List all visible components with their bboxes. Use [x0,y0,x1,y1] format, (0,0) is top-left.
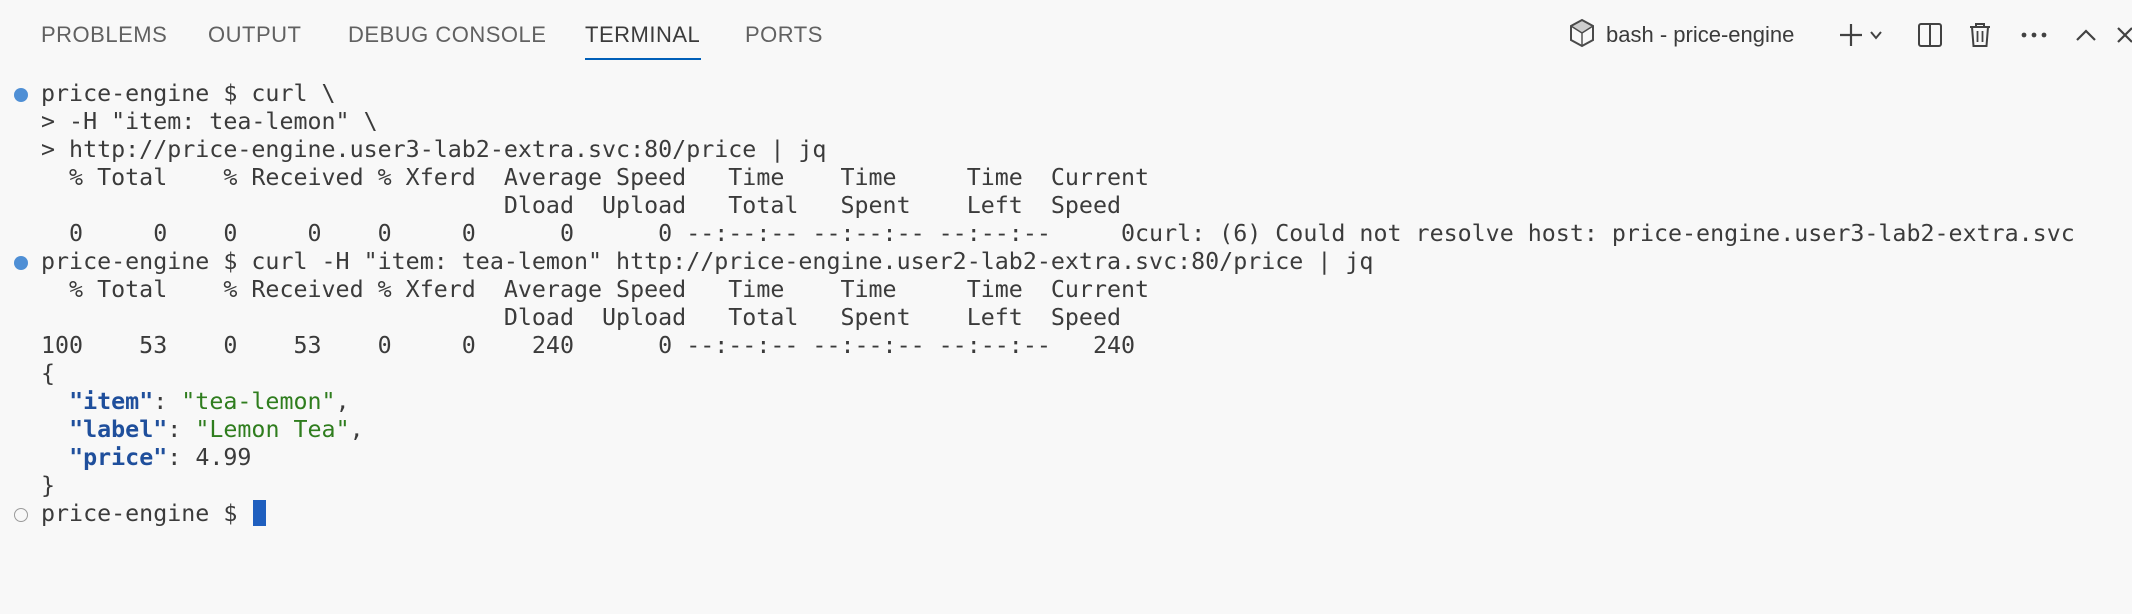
terminal-line: > http://price-engine.user3-lab2-extra.s… [41,136,827,163]
terminal-line: 100 53 0 53 0 0 240 0 --:--:-- --:--:-- … [41,332,1136,359]
panel-header: PROBLEMS OUTPUT DEBUG CONSOLE TERMINAL P… [0,0,2132,68]
terminal-cursor [253,500,267,526]
terminal-selector-label: bash - price-engine [1606,22,1795,47]
json-separator: : [153,388,182,415]
terminal-line: } [41,472,56,499]
terminal-selector[interactable]: bash - price-engine [1568,16,1794,54]
json-line-price: "price": 4.99 [41,444,251,472]
new-terminal-plus-icon[interactable] [1834,18,1868,52]
terminal-line: 0 0 0 0 0 0 0 0 --:--:-- --:--:-- --:--:… [41,220,2075,247]
terminal-line: > -H "item: tea-lemon" \ [41,108,378,135]
terminal-line: Dload Upload Total Spent Left Speed [41,304,1121,331]
tab-output[interactable]: OUTPUT [208,22,301,48]
terminal-line: price-engine $ curl -H "item: tea-lemon"… [41,248,1374,275]
terminal-prompt: price-engine $ [41,500,252,527]
command-success-decoration[interactable] [14,256,28,270]
json-value-label: "Lemon Tea" [195,416,350,443]
kill-terminal-trash-icon[interactable] [1963,18,1997,52]
split-terminal-icon[interactable] [1913,18,1947,52]
json-line-item: "item": "tea-lemon", [41,388,350,416]
json-key-price: "price" [69,444,168,471]
active-tab-indicator [585,58,701,60]
terminal-line: price-engine $ curl \ [41,80,336,107]
terminal-prompt-line[interactable]: price-engine $ [41,500,267,528]
json-comma: , [335,388,350,415]
terminal-line: % Total % Received % Xferd Average Speed… [41,164,1150,191]
tab-problems[interactable]: PROBLEMS [41,22,167,48]
json-separator: : [167,416,196,443]
json-line-label: "label": "Lemon Tea", [41,416,364,444]
json-key-item: "item" [69,388,154,415]
json-separator: : [167,444,196,471]
close-panel-icon[interactable] [2116,18,2132,52]
json-value-item: "tea-lemon" [181,388,336,415]
json-value-price: 4.99 [195,444,252,471]
maximize-panel-chevron-up-icon[interactable] [2069,18,2103,52]
terminal-line: Dload Upload Total Spent Left Speed [41,192,1121,219]
terminal-panel: PROBLEMS OUTPUT DEBUG CONSOLE TERMINAL P… [0,0,2132,614]
tab-terminal[interactable]: TERMINAL [585,22,700,48]
tab-ports[interactable]: PORTS [745,22,823,48]
new-terminal-dropdown-chevron-icon[interactable] [1866,18,1886,52]
terminal-bash-icon [1568,18,1596,53]
json-comma: , [349,416,364,443]
command-success-decoration[interactable] [14,88,28,102]
tab-debug-console[interactable]: DEBUG CONSOLE [348,22,546,48]
terminal-line: % Total % Received % Xferd Average Speed… [41,276,1150,303]
json-key-label: "label" [69,416,168,443]
terminal-line: { [41,360,56,387]
more-actions-ellipsis-icon[interactable] [2017,18,2051,52]
command-pending-decoration[interactable] [14,508,28,522]
